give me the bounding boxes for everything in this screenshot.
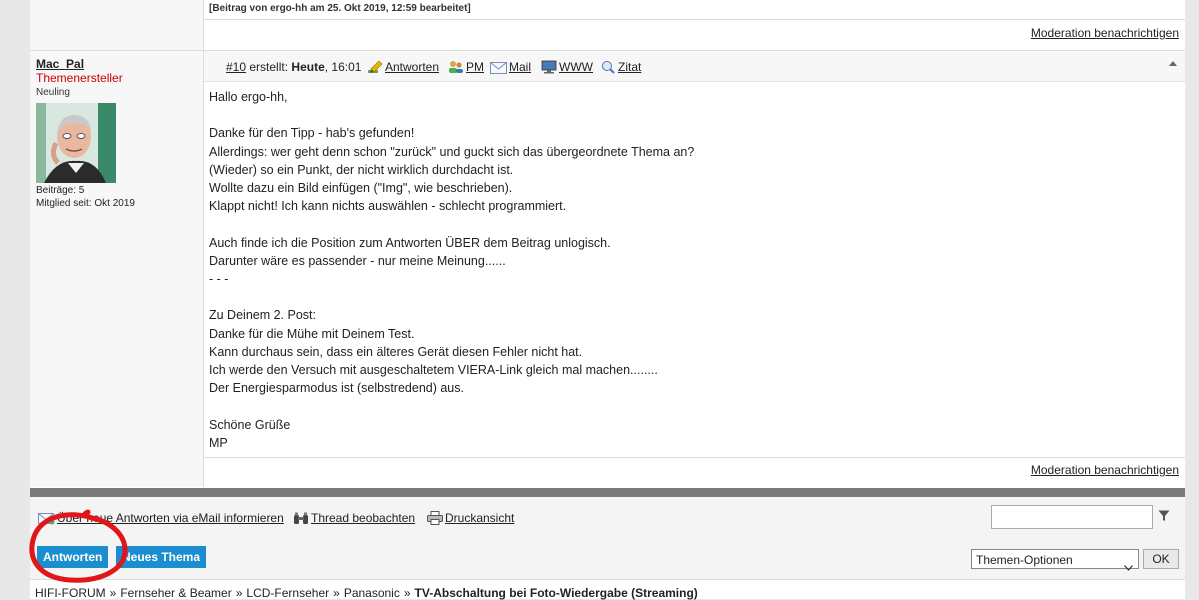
pm-action[interactable]: PM bbox=[448, 60, 484, 77]
pencil-icon bbox=[367, 60, 383, 77]
post-body-line: Klappt nicht! Ich kann nichts auswählen … bbox=[209, 199, 567, 214]
post-body-line: MP bbox=[209, 435, 228, 450]
mail-action[interactable]: Mail bbox=[490, 60, 531, 77]
avatar[interactable] bbox=[36, 103, 116, 183]
post-body-line: Allerdings: wer geht denn schon "zurück"… bbox=[209, 144, 695, 159]
reply-link[interactable]: Antworten bbox=[385, 60, 439, 74]
quote-action[interactable]: Zitat bbox=[600, 60, 641, 77]
post-body-line bbox=[209, 397, 1169, 415]
post-body-line: Wollte dazu ein Bild einfügen ("Img", wi… bbox=[209, 181, 513, 195]
quote-link[interactable]: Zitat bbox=[618, 60, 641, 74]
printer-icon bbox=[427, 511, 443, 528]
post-date: Heute bbox=[291, 60, 325, 74]
author-column: Mac_Pal Themenersteller Neuling Beiträge… bbox=[30, 51, 204, 487]
previous-moderation-link[interactable]: Moderation benachrichtigen bbox=[1031, 26, 1179, 40]
post-body-line bbox=[209, 106, 1169, 124]
post-body-line: Der Energiesparmodus ist (selbstredend) … bbox=[209, 381, 464, 396]
post-body-line: Danke für die Mühe mit Deinem Test. bbox=[209, 326, 415, 341]
post-body-line: Danke für den Tipp - hab's gefunden! bbox=[209, 126, 415, 141]
binoculars-icon bbox=[293, 512, 309, 528]
author-name[interactable]: Mac_Pal bbox=[36, 57, 84, 71]
post-body-line: Auch finde ich die Position zum Antworte… bbox=[209, 235, 611, 250]
breadcrumb-separator: » bbox=[235, 586, 243, 600]
divider bbox=[204, 457, 1185, 458]
post-body-line bbox=[209, 215, 1169, 233]
moderation-link[interactable]: Moderation benachrichtigen bbox=[1031, 463, 1179, 477]
section-separator bbox=[30, 488, 1185, 497]
edit-note: [Beitrag von ergo-hh am 25. Okt 2019, 12… bbox=[209, 3, 471, 14]
post-body-line: - - - bbox=[209, 272, 229, 286]
breadcrumb-item[interactable]: Panasonic bbox=[344, 586, 400, 600]
post-body-line: Ich werde den Versuch mit ausgeschaltete… bbox=[209, 363, 658, 377]
post-number-link[interactable]: #10 bbox=[226, 60, 246, 74]
users-icon bbox=[448, 60, 464, 77]
mail-subscribe-icon bbox=[38, 512, 55, 528]
breadcrumb-separator: » bbox=[333, 586, 340, 600]
subscribe-link[interactable]: Über neue Antworten via eMail informiere… bbox=[57, 511, 284, 525]
www-link[interactable]: WWW bbox=[559, 60, 593, 74]
created-label: erstellt: bbox=[249, 60, 289, 74]
print-action[interactable]: Druckansicht bbox=[427, 511, 514, 528]
post-body-line: Schöne Grüße bbox=[209, 417, 291, 432]
quote-icon bbox=[600, 60, 616, 77]
reply-action[interactable]: Antworten bbox=[367, 60, 439, 77]
reply-button[interactable]: Antworten bbox=[37, 546, 109, 568]
page-gutter bbox=[1185, 0, 1199, 599]
www-action[interactable]: WWW bbox=[541, 60, 593, 77]
monitor-icon bbox=[541, 60, 557, 77]
previous-post-author-column bbox=[30, 0, 204, 51]
post-time: , 16:01 bbox=[324, 60, 362, 74]
subscribe-action[interactable]: Über neue Antworten via eMail informiere… bbox=[38, 511, 284, 528]
breadcrumb: HIFI-FORUM» Fernseher & Beamer» LCD-Fernse… bbox=[35, 586, 698, 600]
post-meta: #10 erstellt: Heute, 16:01 bbox=[226, 60, 361, 74]
thread-actions: Antworten Neues Thema Themen-Optionen OK bbox=[30, 541, 1185, 580]
post-body-line: Zu Deinem 2. Post: bbox=[209, 308, 316, 323]
thread-search-input[interactable] bbox=[991, 505, 1153, 529]
thread-tools: Über neue Antworten via eMail informiere… bbox=[30, 497, 1185, 542]
mail-icon bbox=[490, 62, 507, 77]
post-body-line: Hallo ergo-hh, bbox=[209, 90, 288, 104]
scroll-top-icon[interactable] bbox=[1169, 61, 1177, 66]
author-post-count: Beiträge: 5 bbox=[36, 185, 85, 196]
ok-button[interactable]: OK bbox=[1143, 549, 1179, 569]
filter-icon[interactable] bbox=[1158, 510, 1170, 525]
thread-options-select[interactable]: Themen-Optionen bbox=[971, 549, 1139, 571]
breadcrumb-item[interactable]: Fernseher & Beamer bbox=[120, 586, 231, 600]
divider bbox=[204, 19, 1185, 20]
author-role: Themenersteller bbox=[36, 71, 123, 85]
watch-link[interactable]: Thread beobachten bbox=[311, 511, 415, 525]
breadcrumb-item[interactable]: HIFI-FORUM bbox=[35, 586, 106, 600]
print-link[interactable]: Druckansicht bbox=[445, 511, 514, 525]
post-body-line bbox=[209, 288, 1169, 306]
watch-action[interactable]: Thread beobachten bbox=[293, 511, 415, 528]
pm-link[interactable]: PM bbox=[466, 60, 484, 74]
post-body-line: Kann durchaus sein, dass ein älteres Ger… bbox=[209, 344, 583, 359]
breadcrumb-item[interactable]: LCD-Fernseher bbox=[246, 586, 329, 600]
post-body-line: (Wieder) so ein Punkt, der nicht wirklic… bbox=[209, 162, 514, 177]
breadcrumb-current: TV-Abschaltung bei Foto-Wiedergabe (Stre… bbox=[414, 586, 698, 600]
forum-page: [Beitrag von ergo-hh am 25. Okt 2019, 12… bbox=[30, 0, 1185, 600]
author-rank: Neuling bbox=[36, 87, 70, 98]
author-member-since: Mitglied seit: Okt 2019 bbox=[36, 198, 135, 209]
post-header: #10 erstellt: Heute, 16:01 Antworten PM … bbox=[204, 51, 1185, 82]
post-body-line: Darunter wäre es passender - nur meine M… bbox=[209, 253, 506, 268]
post-body: Hallo ergo-hh, Danke für den Tipp - hab's… bbox=[209, 88, 1169, 452]
chevron-down-icon bbox=[1124, 557, 1133, 577]
new-thread-button[interactable]: Neues Thema bbox=[116, 546, 207, 568]
breadcrumb-separator: » bbox=[403, 586, 411, 600]
thread-options-value: Themen-Optionen bbox=[976, 553, 1073, 567]
mail-link[interactable]: Mail bbox=[509, 60, 531, 74]
breadcrumb-separator: » bbox=[109, 586, 117, 600]
